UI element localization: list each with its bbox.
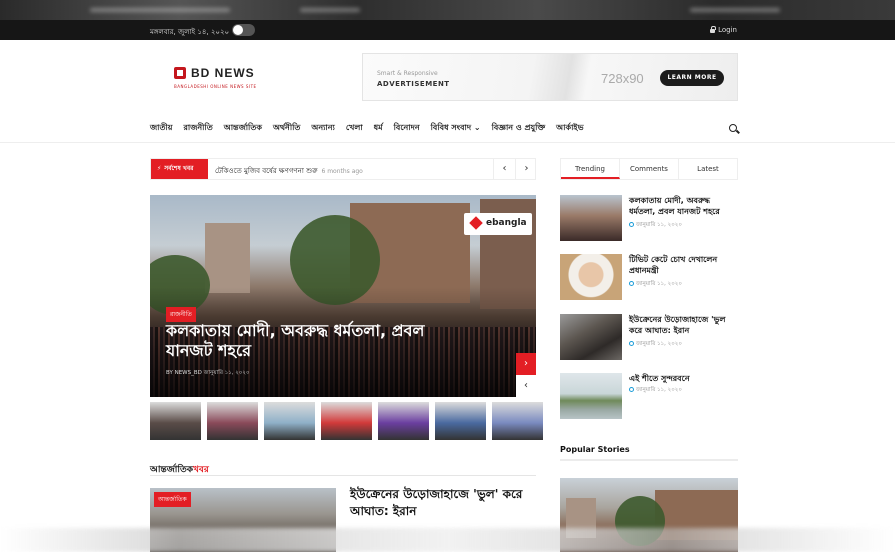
dark-mode-toggle[interactable] [232,24,255,36]
nav-item[interactable]: ধর্ম [374,122,383,135]
tab-comments[interactable]: Comments [620,159,679,179]
ad-size: 728x90 [601,71,644,86]
tab-latest[interactable]: Latest [679,159,737,179]
logo-mark-icon [174,67,186,79]
trending-item-title[interactable]: এই শীতে সুন্দরবনে [629,373,738,384]
trending-item-image[interactable] [560,373,622,419]
slider-thumbnail[interactable] [321,402,372,440]
hero-author[interactable]: BY NEWS_BD [166,370,202,376]
slider-thumbnail[interactable] [150,402,201,440]
advertisement-banner[interactable]: Smart & Responsive ADVERTISEMENT 728x90 … [362,53,738,101]
trending-item[interactable]: ইউক্রেনের উড়োজাহাজে 'ভুল করে আঘাত: ইরান… [560,314,738,362]
trending-item[interactable]: এই শীতে সুন্দরবনে জানুয়ারি ১১, ২০২০ [560,373,738,421]
search-icon[interactable] [729,124,737,132]
trending-item-image[interactable] [560,314,622,360]
login-label: Login [718,26,737,34]
ebangla-watermark: ebangla [464,213,532,235]
hero-meta: BY NEWS_BD জানুয়ারি ১১, ২০২০ [166,370,250,378]
trending-item-image[interactable] [560,254,622,300]
nav-item[interactable]: আর্কাইভ [556,122,583,135]
featured-slider[interactable]: ebangla রাজনীতি কলকাতায় মোদী, অবরুদ্ধ ধ… [150,195,536,397]
top-bar: মঙ্গলবার, জুলাই ১৪, ২০২০ Login [0,20,895,40]
intl-category-badge[interactable]: আন্তর্জাতিক [154,492,191,507]
clock-icon [629,387,634,392]
toggle-knob [233,25,243,35]
breaking-headline-text: টেকিওতে মুজিব বর্ষের ক্ষণগণনা শুরু [215,167,318,175]
logo-tagline: BANGLADESHI ONLINE NEWS SITE [174,84,257,89]
ticker-prev-button[interactable]: ‹ [493,159,515,179]
logo-name: BD NEWS [191,66,255,80]
nav-items: জাতীয় রাজনীতি আন্তর্জাতিক অর্থনীতি অন্য… [150,122,584,135]
hero-date: জানুয়ারি ১১, ২০২০ [203,370,250,376]
browser-bottom-blur [0,528,895,552]
slider-next-button[interactable]: › [516,353,536,375]
ticker-next-button[interactable]: › [515,159,537,179]
learn-more-button[interactable]: LEARN MORE [660,70,724,86]
slider-thumbnail[interactable] [378,402,429,440]
nav-item[interactable]: আন্তর্জাতিক [224,122,262,135]
hero-photo-building [205,223,250,293]
trending-item-image[interactable] [560,195,622,241]
browser-top-blur [0,0,895,20]
nav-item[interactable]: জাতীয় [150,122,172,135]
sidebar-tabs: Trending Comments Latest [560,158,738,180]
trending-item-date: জানুয়ারি ১১, ২০২০ [629,387,682,395]
section-title-part1: আন্তর্জাতিক [150,465,193,475]
section-title-international[interactable]: আন্তর্জাতিকখবর [150,462,536,476]
breaking-news-ticker: সর্বশেষ খবর টেকিওতে মুজিব বর্ষের ক্ষণগণন… [150,158,536,180]
page: BD NEWS BANGLADESHI ONLINE NEWS SITE Sma… [0,40,895,552]
login-link[interactable]: Login [710,26,737,34]
trending-item[interactable]: কলকাতায় মোদী, অবরুদ্ধ ধর্মতলা, প্রবল যা… [560,195,738,243]
trending-item-title[interactable]: ইউক্রেনের উড়োজাহাজে 'ভুল করে আঘাত: ইরান [629,314,738,336]
trending-item-date-text: জানুয়ারি ১১, ২০২০ [636,341,682,347]
slider-thumbnail[interactable] [492,402,543,440]
ad-subtitle: Smart & Responsive [377,70,438,77]
nav-item[interactable]: বিজ্ঞান ও প্রযুক্তি [492,122,546,135]
lock-icon [710,26,717,33]
slider-prev-button[interactable]: ‹ [516,375,536,397]
breaking-time-ago: 6 months ago [321,168,363,175]
nav-item[interactable]: বিবিধ সংবাদ ⌄ [431,122,481,135]
popular-stories-heading: Popular Stories [560,445,738,461]
watermark-text: ebangla [486,218,527,228]
clock-icon [629,222,634,227]
current-date: মঙ্গলবার, জুলাই ১৪, ২০২০ [150,28,230,36]
hero-category-badge[interactable]: রাজনীতি [166,307,196,322]
nav-item[interactable]: রাজনীতি [183,122,212,135]
nav-item[interactable]: খেলা [346,122,363,135]
ad-title: ADVERTISEMENT [377,80,450,88]
trending-item-date: জানুয়ারি ১১, ২০২০ [629,222,682,230]
clock-icon [629,281,634,286]
slider-thumbnail[interactable] [264,402,315,440]
site-logo[interactable]: BD NEWS [174,66,255,80]
slider-thumbnail[interactable] [207,402,258,440]
tab-trending[interactable]: Trending [561,159,620,179]
hero-headline[interactable]: কলকাতায় মোদী, অবরুদ্ধ ধর্মতলা, প্রবল যা… [166,321,426,361]
trending-item[interactable]: টিভিট কেটে চোখ দেখালেন প্রধানমন্ত্রী জান… [560,254,738,302]
trending-item-title[interactable]: টিভিট কেটে চোখ দেখালেন প্রধানমন্ত্রী [629,254,738,276]
breaking-headline[interactable]: টেকিওতে মুজিব বর্ষের ক্ষণগণনা শুরু 6 mont… [215,165,363,177]
international-article-headline[interactable]: ইউক্রেনের উড়োজাহাজে 'ভুল' করে আঘাত: ইরা… [350,486,536,520]
nav-item[interactable]: অন্যান্য [311,122,334,135]
trending-item-date: জানুয়ারি ১১, ২০২০ [629,281,682,289]
nav-item[interactable]: অর্থনীতি [273,122,300,135]
trending-item-title[interactable]: কলকাতায় মোদী, অবরুদ্ধ ধর্মতলা, প্রবল যা… [629,195,738,217]
trending-item-date-text: জানুয়ারি ১১, ২০২০ [636,222,682,228]
trending-item-date-text: জানুয়ারি ১১, ২০২০ [636,281,682,287]
breaking-label: সর্বশেষ খবর [151,159,208,179]
trending-item-date-text: জানুয়ারি ১১, ২০২০ [636,387,682,393]
main-navigation: জাতীয় রাজনীতি আন্তর্জাতিক অর্থনীতি অন্য… [0,113,895,143]
trending-item-date: জানুয়ারি ১১, ২০২০ [629,341,682,349]
section-title-part2: খবর [193,465,209,475]
ebangla-logo-icon [469,216,483,230]
clock-icon [629,341,634,346]
slider-thumbnail[interactable] [435,402,486,440]
nav-item[interactable]: বিনোদন [394,122,420,135]
slider-thumbnails [150,402,543,440]
